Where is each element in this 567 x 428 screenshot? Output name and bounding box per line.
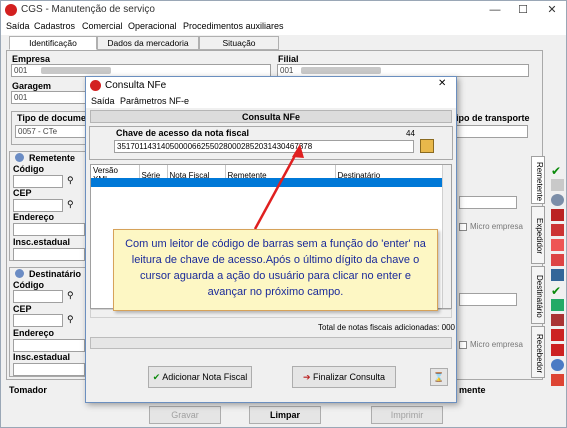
annotation-callout: Com um leitor de código de barras sem a …: [113, 229, 438, 311]
annotation-arrow: [253, 144, 304, 230]
